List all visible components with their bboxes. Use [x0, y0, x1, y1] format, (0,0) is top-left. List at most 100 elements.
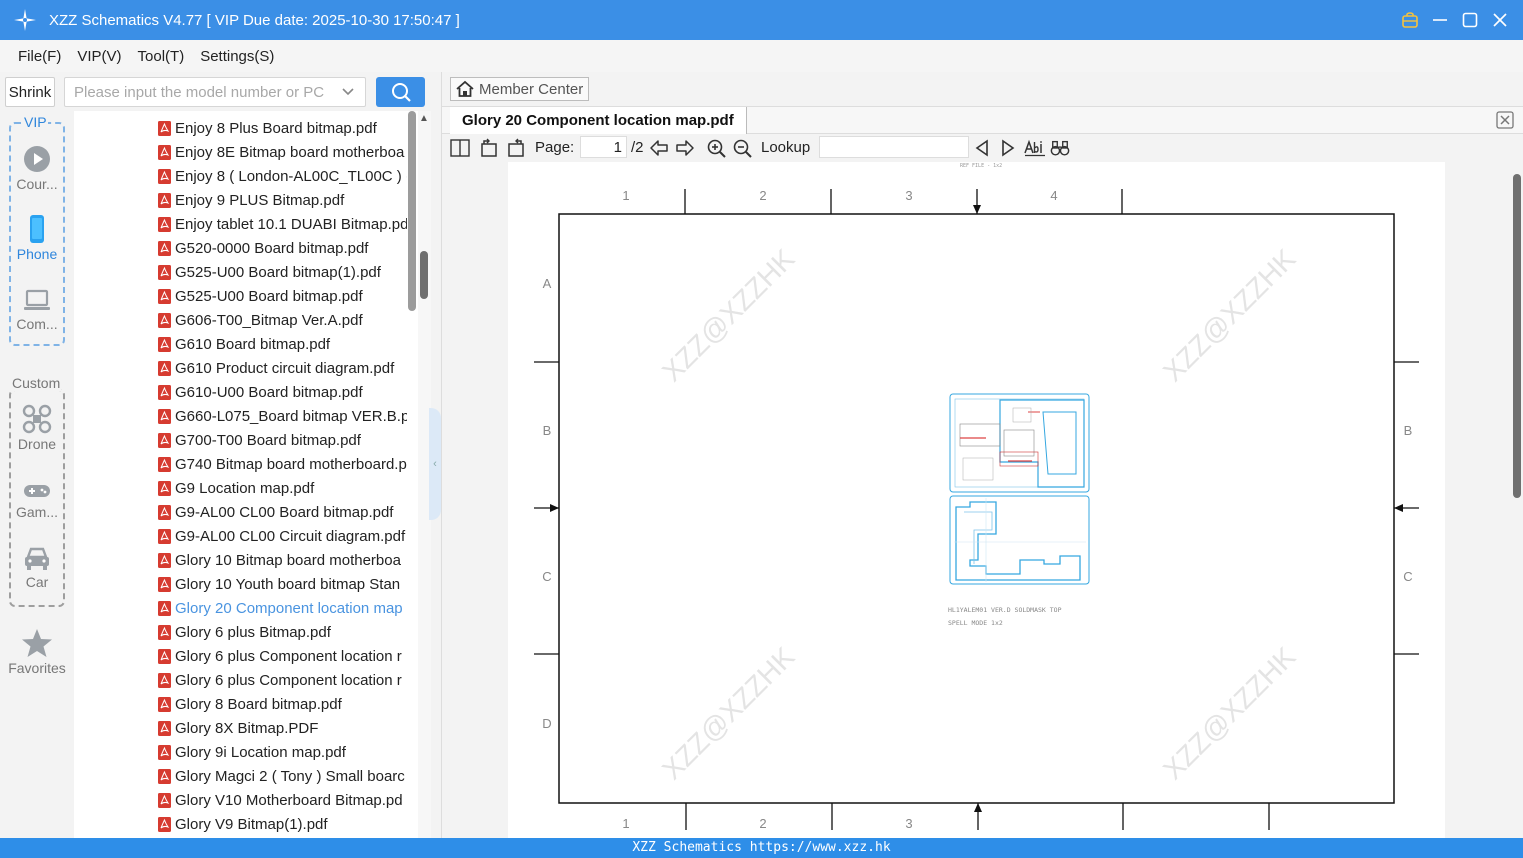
file-list-item[interactable]: G520-0000 Board bitmap.pdf	[158, 236, 407, 260]
phone-icon	[30, 215, 44, 243]
file-list-item[interactable]: Glory 10 Bitmap board motherboa	[158, 548, 407, 572]
file-list-item[interactable]: G525-U00 Board bitmap.pdf	[158, 284, 407, 308]
menu-bar: File(F) VIP(V) Tool(T) Settings(S)	[0, 40, 1523, 72]
pdf-viewport[interactable]: REF FILE - 1x2 1 2 3 4 1 2 3 A B C D B C…	[442, 162, 1523, 838]
rail-item-label: Gam...	[15, 504, 58, 520]
member-center-label: Member Center	[479, 80, 584, 98]
row-label-right: C	[1403, 569, 1412, 584]
zoom-in-button[interactable]	[706, 138, 726, 158]
gamepad-icon	[24, 485, 50, 497]
file-list-item[interactable]: G610-U00 Board bitmap.pdf	[158, 380, 407, 404]
close-tab-icon[interactable]	[1496, 111, 1514, 129]
file-list-item[interactable]: Glory 8X Bitmap.PDF	[158, 716, 407, 740]
rail-item-car[interactable]: Car	[0, 544, 74, 590]
zoom-in-icon	[707, 139, 726, 158]
file-list-item[interactable]: G660-L075_Board bitmap VER.B.pd	[158, 404, 407, 428]
find-next-button[interactable]	[998, 138, 1018, 158]
rail-item-computer[interactable]: Com...	[0, 286, 74, 332]
file-list-item[interactable]: G9-AL00 CL00 Board bitmap.pdf	[158, 500, 407, 524]
chevron-down-icon[interactable]	[341, 85, 355, 99]
minimize-button[interactable]	[1431, 11, 1449, 29]
file-name: Enjoy 8 ( London-AL00C_TL00C ) (4	[175, 167, 407, 185]
custom-group-title: Custom	[11, 375, 62, 391]
file-list-item[interactable]: Glory 8 Board bitmap.pdf	[158, 692, 407, 716]
file-list-item[interactable]: Glory Magci 2 ( Tony ) Small boarc	[158, 764, 407, 788]
file-list-item[interactable]: Glory 10 Youth board bitmap Stan	[158, 572, 407, 596]
file-list-item[interactable]: Glory V9 Bitmap(1).pdf	[158, 812, 407, 836]
document-tab-bar: Glory 20 Component location map.pdf	[442, 106, 1523, 134]
col-label-bottom: 3	[905, 816, 912, 831]
rotate-left-button[interactable]	[479, 138, 499, 158]
chevron-left-icon: ‹	[433, 458, 437, 470]
file-list-item[interactable]: G700-T00 Board bitmap.pdf	[158, 428, 407, 452]
maximize-button[interactable]	[1461, 11, 1479, 29]
binoculars-button[interactable]	[1050, 138, 1070, 158]
file-list-item[interactable]: G610 Product circuit diagram.pdf	[158, 356, 407, 380]
rotate-right-button[interactable]	[506, 138, 526, 158]
laptop-icon	[24, 289, 50, 310]
next-page-button[interactable]	[675, 138, 695, 158]
pdf-file-icon	[158, 360, 171, 376]
previous-page-button[interactable]	[649, 138, 669, 158]
zoom-out-button[interactable]	[732, 138, 752, 158]
viewport-scrollbar-thumb[interactable]	[1513, 174, 1521, 498]
rail-item-phone[interactable]: Phone	[0, 214, 74, 262]
rail-item-drone[interactable]: Drone	[0, 404, 74, 452]
file-list-item[interactable]: G9 Location map.pdf	[158, 476, 407, 500]
maximize-icon	[1462, 12, 1478, 28]
file-list-item[interactable]: Glory 6 plus Component location r	[158, 644, 407, 668]
file-list-item[interactable]: Glory 6 plus Bitmap.pdf	[158, 620, 407, 644]
drawing-frame	[558, 213, 1395, 804]
file-list-item[interactable]: Enjoy tablet 10.1 DUABI Bitmap.pd	[158, 212, 407, 236]
file-list[interactable]: Enjoy 8 Plus Board bitmap.pdf Enjoy 8E Bi…	[74, 111, 431, 838]
file-list-item[interactable]: Glory 9i Location map.pdf	[158, 740, 407, 764]
scroll-up-arrow-icon[interactable]: ▲	[419, 113, 429, 124]
lookup-input[interactable]	[819, 136, 969, 158]
file-list-item[interactable]: Enjoy 9 PLUS Bitmap.pdf	[158, 188, 407, 212]
search-field[interactable]	[64, 77, 366, 107]
vip-bag-button[interactable]	[1401, 11, 1419, 29]
toggle-sidebar-button[interactable]	[450, 138, 470, 158]
find-previous-button[interactable]	[972, 138, 992, 158]
file-list-item[interactable]: Glory V10 Motherboard Bitmap.pd	[158, 788, 407, 812]
menu-vip[interactable]: VIP(V)	[77, 48, 121, 65]
file-name: G660-L075_Board bitmap VER.B.pd	[175, 407, 407, 425]
triangle-left-icon	[975, 139, 988, 157]
close-window-button[interactable]	[1491, 11, 1509, 29]
file-list-item[interactable]: Glory 20 Component location map	[158, 596, 407, 620]
file-list-item[interactable]: Enjoy 8 Plus Board bitmap.pdf	[158, 116, 407, 140]
list-scrollbar-thumb[interactable]	[408, 111, 416, 311]
file-list-item[interactable]: G9-AL00 CL00 Circuit diagram.pdf	[158, 524, 407, 548]
rail-item-game[interactable]: Gam...	[0, 480, 74, 520]
member-center-button[interactable]: Member Center	[450, 77, 589, 101]
file-list-item[interactable]: Glory 6 plus Component location r	[158, 668, 407, 692]
shrink-button[interactable]: Shrink	[5, 77, 55, 107]
file-list-item[interactable]: G740 Bitmap board motherboard.p	[158, 452, 407, 476]
rail-item-favorites[interactable]: Favorites	[0, 628, 74, 676]
col-label-bottom: 1	[622, 816, 629, 831]
page-number-input[interactable]	[580, 136, 627, 158]
file-name: Glory 9i Location map.pdf	[175, 743, 346, 761]
pdf-file-icon	[158, 144, 171, 160]
file-name: G525-U00 Board bitmap(1).pdf	[175, 263, 381, 281]
page-total: /2	[631, 139, 644, 156]
search-input[interactable]	[74, 83, 324, 101]
match-case-button[interactable]	[1024, 138, 1046, 158]
file-list-item[interactable]: Enjoy 8 ( London-AL00C_TL00C ) (4	[158, 164, 407, 188]
schematic-drawing: REF FILE - 1x2 1 2 3 4 1 2 3 A B C D B C…	[534, 163, 1419, 831]
file-list-item[interactable]: G610 Board bitmap.pdf	[158, 332, 407, 356]
file-name: Enjoy 8E Bitmap board motherboa	[175, 143, 405, 161]
search-button[interactable]	[376, 77, 425, 107]
collapse-panel-handle[interactable]: ‹	[429, 408, 441, 520]
list-scrollbar-handle[interactable]	[420, 251, 428, 299]
menu-file[interactable]: File(F)	[18, 48, 61, 65]
file-list-item[interactable]: G606-T00_Bitmap Ver.A.pdf	[158, 308, 407, 332]
menu-tool[interactable]: Tool(T)	[138, 48, 185, 65]
file-list-item[interactable]: G525-U00 Board bitmap(1).pdf	[158, 260, 407, 284]
rail-item-course[interactable]: Cour...	[0, 144, 74, 192]
tab-glory-20[interactable]: Glory 20 Component location map.pdf	[450, 107, 747, 134]
pdf-file-icon	[158, 720, 171, 736]
pdf-file-icon	[158, 624, 171, 640]
menu-settings[interactable]: Settings(S)	[200, 48, 274, 65]
file-list-item[interactable]: Enjoy 8E Bitmap board motherboa	[158, 140, 407, 164]
